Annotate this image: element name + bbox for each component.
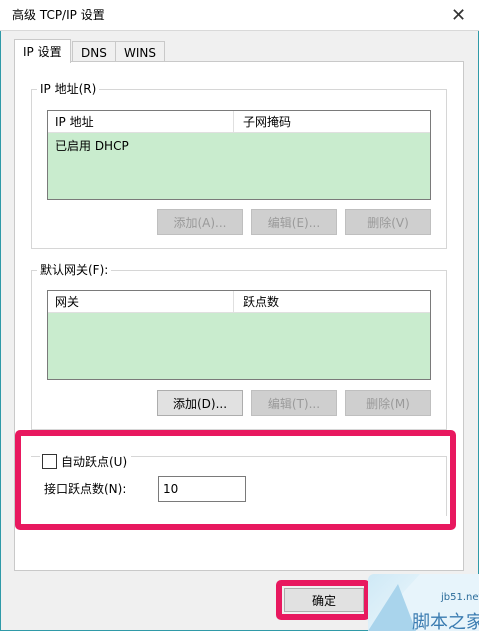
watermark-logo: jb51.net 脚本之家: [368, 574, 479, 631]
ip-cell: 已启用 DHCP: [55, 139, 129, 153]
window-title: 高级 TCP/IP 设置: [12, 8, 105, 22]
gateway-delete-button[interactable]: 删除(M): [345, 390, 431, 416]
close-icon[interactable]: ✕: [438, 0, 479, 31]
tab-dns[interactable]: DNS: [72, 41, 116, 63]
gateway-edit-button[interactable]: 编辑(T)...: [251, 390, 337, 416]
tab-ip-settings[interactable]: IP 设置: [14, 39, 71, 63]
gateway-add-button[interactable]: 添加(D)...: [157, 390, 243, 416]
highlight-box-metric: [15, 430, 456, 530]
ip-address-list[interactable]: IP 地址 子网掩码 已启用 DHCP: [47, 110, 431, 200]
tab-label: IP 设置: [23, 45, 62, 59]
column-ip[interactable]: IP 地址: [48, 111, 234, 133]
gateway-group-legend: 默认网关(F):: [37, 263, 112, 277]
ip-list-header: IP 地址 子网掩码: [48, 111, 430, 133]
ip-add-button[interactable]: 添加(A)...: [157, 209, 243, 235]
watermark-domain: jb51.net: [441, 592, 479, 603]
ip-delete-button[interactable]: 删除(V): [345, 209, 431, 235]
column-gateway[interactable]: 网关: [48, 291, 234, 313]
gateway-list[interactable]: 网关 跃点数: [47, 290, 431, 380]
tab-label: DNS: [81, 45, 107, 60]
ip-edit-button[interactable]: 编辑(E)...: [251, 209, 337, 235]
column-metric[interactable]: 跃点数: [236, 291, 279, 313]
ip-group-legend: IP 地址(R): [37, 82, 100, 96]
tab-wins[interactable]: WINS: [115, 41, 165, 63]
list-item[interactable]: 已启用 DHCP: [48, 137, 430, 155]
highlight-box-ok: [276, 580, 370, 620]
title-bar: 高级 TCP/IP 设置 ✕: [0, 0, 479, 31]
watermark-brand: 脚本之家: [412, 612, 479, 631]
column-subnet-mask[interactable]: 子网掩码: [236, 111, 291, 133]
tab-label: WINS: [124, 45, 156, 60]
gateway-list-header: 网关 跃点数: [48, 291, 430, 313]
